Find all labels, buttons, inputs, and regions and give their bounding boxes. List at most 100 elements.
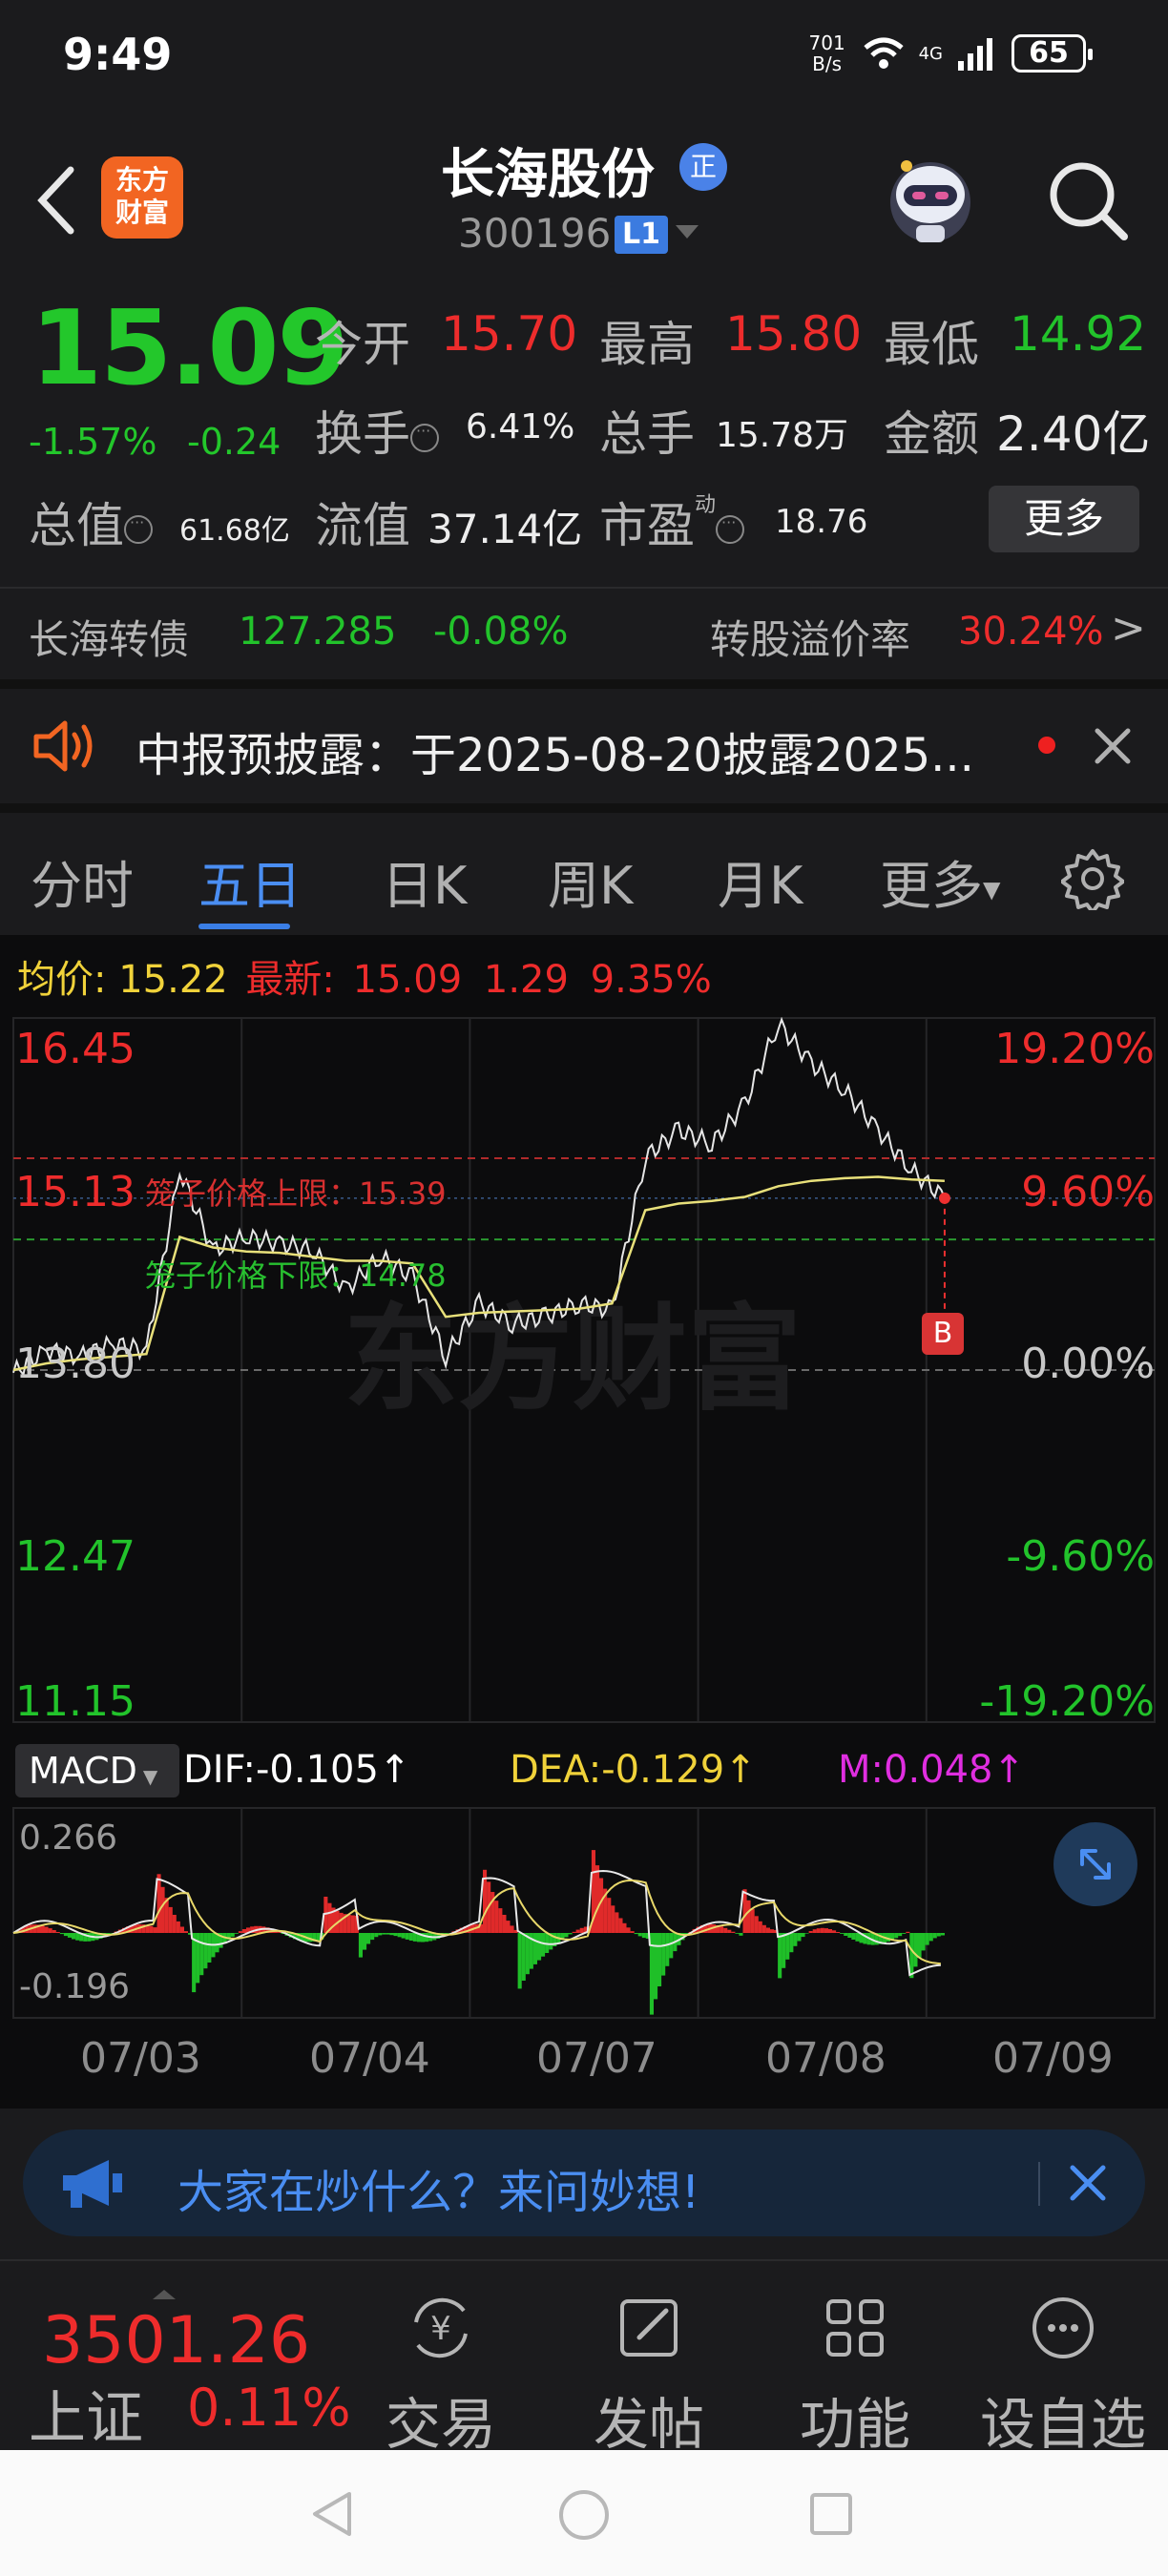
tab-weekly-k[interactable]: 周K [548, 843, 633, 919]
notice-bar[interactable]: 中报预披露：于2025-08-20披露2025... [0, 679, 1168, 813]
status-icons: 701 B/s 4G 65 [806, 32, 1093, 74]
indicator-select[interactable]: MACD ▼ [15, 1744, 179, 1797]
caret-up-icon [153, 2290, 176, 2299]
tab-five-day[interactable]: 五日 [198, 843, 302, 919]
back-icon[interactable] [29, 162, 86, 239]
convertible-bond-row[interactable]: 长海转债 127.285 -0.08% 转股溢价率 30.24% > [0, 587, 1168, 673]
macd-bar [906, 1931, 910, 1933]
home-circle-icon[interactable] [557, 2488, 611, 2542]
speaker-icon [33, 720, 93, 772]
search-icon[interactable] [1044, 156, 1130, 242]
notice-text: 中报预披露：于2025-08-20披露2025... [136, 729, 974, 782]
macd-bar [192, 1933, 197, 1993]
tab-more[interactable]: 更多▼ [880, 843, 1000, 919]
macd-bar [824, 1928, 828, 1933]
macd-bar [840, 1933, 845, 1934]
grid-icon [826, 2299, 884, 2357]
macd-bar [510, 1925, 514, 1933]
macd-bar [203, 1933, 208, 1969]
info-icon[interactable] [410, 422, 439, 452]
more-button[interactable]: 更多 [989, 486, 1139, 552]
y-right-label: 19.20% [994, 1025, 1155, 1073]
active-tab-indicator [198, 924, 290, 929]
robot-assistant-icon[interactable] [878, 147, 983, 252]
turnover-value: 6.41% [466, 407, 575, 447]
y-left-label: 12.47 [15, 1532, 136, 1581]
macd-bar [669, 1933, 674, 1959]
tab-intraday[interactable]: 分时 [31, 843, 134, 919]
macd-bar [607, 1898, 612, 1933]
ask-banner[interactable]: 大家在炒什么？来问妙想! [23, 2129, 1145, 2236]
date-label: 07/04 [309, 2034, 430, 2083]
macd-bar [75, 1933, 80, 1941]
macd-bar [801, 1933, 805, 1938]
macd-bar [820, 1927, 824, 1933]
close-icon[interactable] [1094, 727, 1132, 765]
index-percent: 0.11% [187, 2378, 351, 2438]
unread-dot [1038, 737, 1055, 754]
level-badge[interactable]: L1 [615, 216, 668, 254]
mktcap-value: 61.68亿 [179, 514, 290, 548]
macd-bar [898, 1933, 903, 1937]
app-logo[interactable]: 东方 财富 [101, 156, 183, 239]
macd-bar [172, 1915, 177, 1933]
macd-bar [793, 1933, 798, 1946]
pe-label: 市盈动 [599, 488, 745, 556]
macd-bar [665, 1933, 670, 1966]
dif-line [12, 1869, 941, 1977]
index-ticker[interactable]: 3501.26 上证 0.11% [0, 2261, 351, 2452]
current-price: 15.09 [31, 289, 349, 408]
cage-lower-label: 笼子价格下限：14.78 [145, 1257, 447, 1294]
back-triangle-icon[interactable] [307, 2488, 359, 2540]
nav-functions[interactable]: 功能 [760, 2290, 950, 2460]
nav-trade[interactable]: ¥ 交易 [345, 2290, 536, 2460]
macd-bar [925, 1933, 929, 1945]
expand-button[interactable] [1053, 1822, 1137, 1906]
macd-bar [59, 1933, 64, 1935]
change-percent: -1.57% [29, 421, 157, 463]
signal-label: 4G [918, 43, 943, 64]
stock-name: 长海股份 [441, 144, 655, 206]
macd-bar [183, 1931, 188, 1933]
mktcap-label: 总值 [29, 488, 153, 556]
volume-value: 15.78万 [716, 416, 849, 455]
buy-marker[interactable]: B [922, 1313, 964, 1355]
macd-bar [782, 1933, 786, 1968]
macd-bar [618, 1918, 623, 1933]
recents-square-icon[interactable] [807, 2490, 855, 2538]
chart-area[interactable]: 均价: 15.22 最新: 15.09 1.29 9.35% 东方财富 16.4… [0, 935, 1168, 2109]
macd-bar [63, 1933, 68, 1937]
nav-add-watchlist[interactable]: 设自选 [968, 2290, 1158, 2460]
macd-bar [886, 1933, 890, 1942]
high-value: 15.80 [725, 306, 863, 362]
tab-daily-k[interactable]: 日K [382, 843, 467, 919]
macd-bar [241, 1929, 246, 1933]
macd-bar [564, 1933, 569, 1938]
nav-post[interactable]: 发帖 [553, 2290, 744, 2460]
chevron-right-icon: > [1111, 604, 1146, 653]
macd-bar [374, 1933, 379, 1938]
gear-icon[interactable] [1061, 847, 1124, 910]
macd-bar [940, 1933, 945, 1936]
macd-bar [575, 1929, 580, 1933]
close-icon[interactable] [1069, 2164, 1107, 2202]
stock-code[interactable]: 300196 [458, 210, 611, 257]
tab-monthly-k[interactable]: 月K [718, 843, 803, 919]
float-label: 流值 [315, 498, 410, 553]
chevron-down-icon[interactable] [676, 225, 699, 239]
macd-bar [785, 1933, 790, 1960]
macd-bar [615, 1912, 619, 1933]
macd-bar [917, 1933, 922, 1958]
date-label: 07/03 [80, 2034, 201, 2083]
macd-bar [179, 1926, 184, 1933]
signal-icon [958, 38, 992, 71]
y-left-label: 11.15 [15, 1677, 136, 1726]
info-icon[interactable] [124, 513, 153, 544]
macd-bar [358, 1933, 363, 1958]
info-icon[interactable] [716, 513, 745, 544]
macd-bar [595, 1865, 600, 1933]
premium-value: 30.24% [958, 610, 1104, 654]
trade-icon: ¥ [414, 2297, 468, 2358]
macd-bar [401, 1933, 406, 1939]
macd-bar [827, 1929, 832, 1933]
